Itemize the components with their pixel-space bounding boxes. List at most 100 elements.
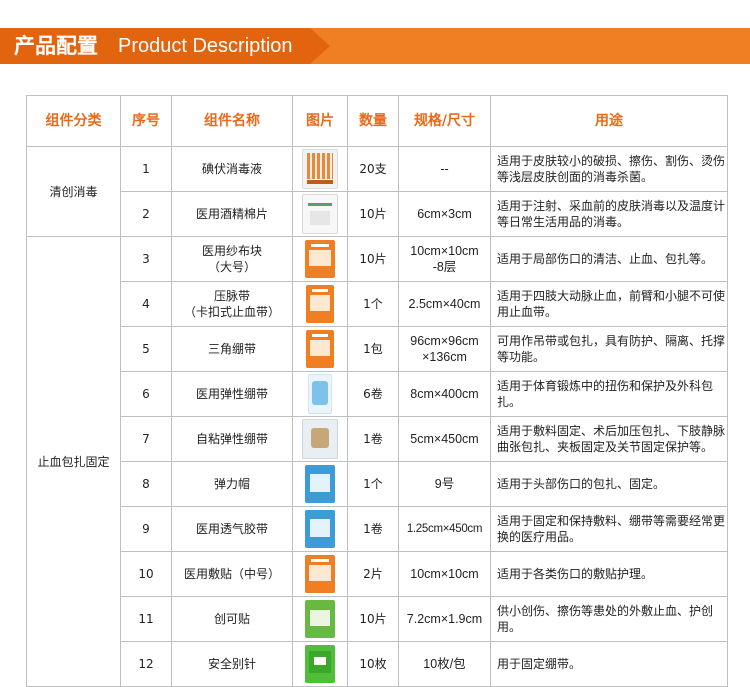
- row-name: 医用纱布块 （大号）: [171, 236, 293, 282]
- row-usage: 可用作吊带或包扎，具有防护、隔离、托撑等功能。: [490, 326, 728, 372]
- wound-dressing-pack-icon: [305, 555, 335, 593]
- breathable-tape-pack-icon: [305, 510, 335, 548]
- header-number: 序号: [120, 95, 172, 147]
- row-usage: 适用于局部伤口的清洁、止血、包扎等。: [490, 236, 728, 282]
- table-row: 7 自粘弹性绷带 1卷 5cm×450cm 适用于敷料固定、术后加压包扎、下肢静…: [27, 416, 728, 462]
- row-number: 3: [120, 236, 172, 282]
- row-image: [292, 506, 348, 552]
- row-usage: 适用于四肢大动脉止血，前臂和小腿不可使用止血带。: [490, 281, 728, 327]
- header-component-name: 组件名称: [171, 95, 293, 147]
- row-number: 1: [120, 146, 172, 192]
- header-quantity: 数量: [347, 95, 399, 147]
- table-row: 2 医用酒精棉片 10片 6cm×3cm 适用于注射、采血前的皮肤消毒以及温度计…: [27, 191, 728, 237]
- row-number: 11: [120, 596, 172, 642]
- row-number: 10: [120, 551, 172, 597]
- row-usage: 适用于头部伤口的包扎、固定。: [490, 461, 728, 507]
- table-row: 12 安全别针 10枚 10枚/包 用于固定绷带。: [27, 641, 728, 687]
- row-number: 7: [120, 416, 172, 462]
- row-usage: 适用于各类伤口的敷贴护理。: [490, 551, 728, 597]
- row-name: 医用透气胶带: [171, 506, 293, 552]
- row-quantity: 10片: [347, 191, 399, 237]
- row-usage: 用于固定绷带。: [490, 641, 728, 687]
- self-adhesive-bandage-icon: [302, 419, 338, 459]
- header-spec: 规格/尺寸: [398, 95, 491, 147]
- row-name: 压脉带 （卡扣式止血带）: [171, 281, 293, 327]
- row-quantity: 1个: [347, 461, 399, 507]
- safety-pin-pack-icon: [305, 645, 335, 683]
- row-spec: 10cm×10cm: [398, 551, 491, 597]
- row-number: 4: [120, 281, 172, 327]
- row-quantity: 10片: [347, 236, 399, 282]
- table-row: 11 创可贴 10片 7.2cm×1.9cm 供小创伤、擦伤等患处的外敷止血、护…: [27, 596, 728, 642]
- row-name: 安全别针: [171, 641, 293, 687]
- table-row: 4 压脉带 （卡扣式止血带） 1个 2.5cm×40cm 适用于四肢大动脉止血，…: [27, 281, 728, 327]
- row-spec: 1.25cm×450cm: [398, 506, 491, 552]
- row-usage: 适用于敷料固定、术后加压包扎、下肢静脉曲张包扎、夹板固定及关节固定保护等。: [490, 416, 728, 462]
- row-image: [292, 326, 348, 372]
- row-name: 自粘弹性绷带: [171, 416, 293, 462]
- banner-title-en: Product Description: [118, 35, 293, 57]
- row-quantity: 1卷: [347, 416, 399, 462]
- tourniquet-pack-icon: [306, 285, 334, 323]
- table-row: 清创消毒 1 碘伏消毒液 20支 -- 适用于皮肤较小的破损、擦伤、割伤、烫伤等…: [26, 146, 728, 237]
- row-number: 2: [120, 191, 172, 237]
- header-image: 图片: [292, 95, 348, 147]
- table-row: 9 医用透气胶带 1卷 1.25cm×450cm 适用于固定和保持敷料、绷带等需…: [27, 506, 728, 552]
- row-spec: 10枚/包: [398, 641, 491, 687]
- row-name: 医用弹性绷带: [171, 371, 293, 417]
- row-image: [292, 146, 348, 192]
- row-number: 5: [120, 326, 172, 372]
- row-quantity: 1卷: [347, 506, 399, 552]
- triangle-bandage-pack-icon: [306, 330, 334, 368]
- header-usage: 用途: [490, 95, 728, 147]
- row-name: 三角绷带: [171, 326, 293, 372]
- row-image: [292, 416, 348, 462]
- table-row: 8 弹力帽 1个 9号 适用于头部伤口的包扎、固定。: [27, 461, 728, 507]
- row-usage: 适用于体育锻炼中的扭伤和保护及外科包扎。: [490, 371, 728, 417]
- alcohol-pad-pack-icon: [302, 194, 338, 234]
- row-usage: 供小创伤、擦伤等患处的外敷止血、护创用。: [490, 596, 728, 642]
- row-image: [292, 551, 348, 597]
- row-name: 碘伏消毒液: [171, 146, 293, 192]
- gauze-pad-pack-icon: [305, 240, 335, 278]
- row-quantity: 1个: [347, 281, 399, 327]
- row-spec: 8cm×400cm: [398, 371, 491, 417]
- table-row: 10 医用敷贴（中号） 2片 10cm×10cm 适用于各类伤口的敷贴护理。: [27, 551, 728, 597]
- row-name: 医用敷贴（中号）: [171, 551, 293, 597]
- row-name: 创可贴: [171, 596, 293, 642]
- row-name: 医用酒精棉片: [171, 191, 293, 237]
- row-image: [292, 641, 348, 687]
- table-row: 5 三角绷带 1包 96cm×96cm ×136cm 可用作吊带或包扎，具有防护…: [27, 326, 728, 372]
- row-quantity: 10枚: [347, 641, 399, 687]
- row-quantity: 1包: [347, 326, 399, 372]
- row-spec: 6cm×3cm: [398, 191, 491, 237]
- row-usage: 适用于固定和保持敷料、绷带等需要经常更换的医疗用品。: [490, 506, 728, 552]
- row-quantity: 2片: [347, 551, 399, 597]
- row-number: 9: [120, 506, 172, 552]
- row-image: [292, 461, 348, 507]
- elastic-bandage-roll-icon: [308, 374, 332, 414]
- table-header-row: 组件分类 序号 组件名称 图片 数量 规格/尺寸 用途: [26, 95, 728, 147]
- row-name: 弹力帽: [171, 461, 293, 507]
- table-row: 止血包扎固定 3 医用纱布块 （大号） 10片 10cm×10cm -8层 适用…: [26, 236, 728, 687]
- row-usage: 适用于皮肤较小的破损、擦伤、割伤、烫伤等浅层皮肤创面的消毒杀菌。: [490, 146, 728, 192]
- banner-title-cn: 产品配置: [14, 34, 98, 58]
- group-cell-disinfection: 清创消毒: [26, 146, 121, 237]
- row-spec: 96cm×96cm ×136cm: [398, 326, 491, 372]
- row-spec: 5cm×450cm: [398, 416, 491, 462]
- row-spec: 9号: [398, 461, 491, 507]
- row-number: 12: [120, 641, 172, 687]
- row-quantity: 6卷: [347, 371, 399, 417]
- iodine-swab-pack-icon: [302, 149, 338, 189]
- row-number: 8: [120, 461, 172, 507]
- table-row: 6 医用弹性绷带 6卷 8cm×400cm 适用于体育锻炼中的扭伤和保护及外科包…: [27, 371, 728, 417]
- group-cell-hemostasis: 止血包扎固定: [26, 236, 121, 687]
- row-image: [292, 191, 348, 237]
- row-spec: --: [398, 146, 491, 192]
- section-banner: 产品配置 Product Description: [0, 28, 750, 64]
- row-spec: 7.2cm×1.9cm: [398, 596, 491, 642]
- row-quantity: 10片: [347, 596, 399, 642]
- row-usage: 适用于注射、采血前的皮肤消毒以及温度计等日常生活用品的消毒。: [490, 191, 728, 237]
- row-image: [292, 236, 348, 282]
- band-aid-pack-icon: [305, 600, 335, 638]
